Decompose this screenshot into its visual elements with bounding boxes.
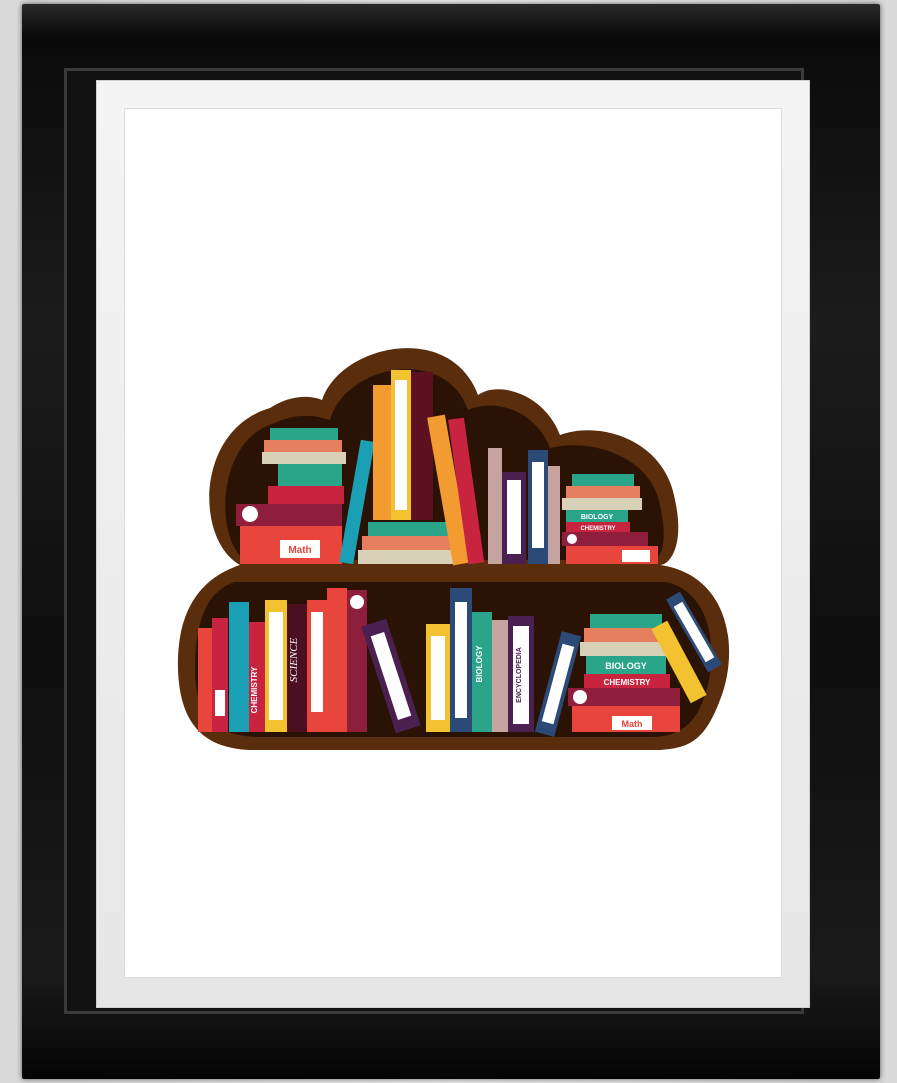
book-emblem <box>242 506 258 522</box>
book-spine-panel <box>395 380 407 510</box>
book <box>562 498 642 510</box>
book-spine-panel <box>431 636 445 720</box>
math-label: Math <box>288 545 311 556</box>
book-spine-panel <box>269 612 283 720</box>
chemistry-spine: CHEMISTRY <box>250 666 259 713</box>
book <box>572 474 634 486</box>
book <box>373 385 391 520</box>
book <box>548 466 560 564</box>
book <box>590 614 662 628</box>
book <box>368 522 448 536</box>
book-spine-panel <box>311 612 323 712</box>
biology-label: BIOLOGY <box>581 514 614 521</box>
book <box>411 372 433 520</box>
book <box>264 440 342 452</box>
book <box>358 550 454 564</box>
book-emblem <box>567 534 577 544</box>
book-spine-panel <box>532 462 544 548</box>
science-spine: SCIENCE <box>288 637 300 682</box>
book-label-plate <box>622 550 650 562</box>
book <box>278 464 342 486</box>
chemistry-stack-label: CHEMISTRY <box>604 678 651 687</box>
book-emblem <box>573 690 587 704</box>
book <box>492 620 508 732</box>
book <box>262 452 346 464</box>
book <box>566 486 640 498</box>
book <box>327 588 347 732</box>
book <box>229 602 249 732</box>
book-spine-panel <box>455 602 467 718</box>
book <box>268 486 344 504</box>
book <box>270 428 338 440</box>
biology-stack-label: BIOLOGY <box>605 661 647 671</box>
book <box>347 590 367 732</box>
math-bottom-label: Math <box>622 719 643 729</box>
book-spine-panel <box>507 480 521 554</box>
encyclopedia-spine: ENCYCLOPEDIA <box>516 647 523 703</box>
book <box>362 536 452 550</box>
chemistry-label: CHEMISTRY <box>580 526 615 532</box>
biology-spine: BIOLOGY <box>475 645 484 683</box>
book <box>488 448 502 564</box>
book <box>198 628 212 732</box>
cloud-bookshelf-illustration: Math BIOLOGY CHEMISTRY CHEMISTRY SCIENCE… <box>177 348 730 750</box>
book-band <box>215 690 225 716</box>
book <box>580 642 668 656</box>
book-emblem <box>350 595 364 609</box>
